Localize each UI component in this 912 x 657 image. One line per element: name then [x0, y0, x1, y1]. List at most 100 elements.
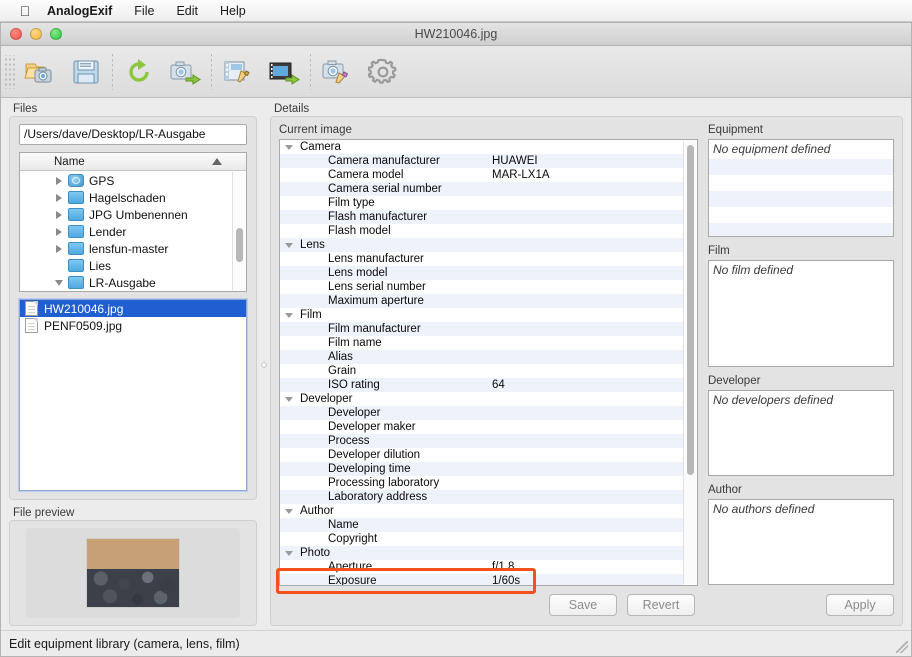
- film-export-icon: [268, 57, 300, 87]
- exif-row[interactable]: Process: [280, 434, 683, 448]
- exif-row[interactable]: Laboratory address: [280, 490, 683, 504]
- path-input[interactable]: /Users/dave/Desktop/LR-Ausgabe: [19, 124, 247, 145]
- file-list[interactable]: HW210046.jpgPENF0509.jpg: [19, 299, 247, 491]
- open-folder-button[interactable]: [17, 50, 63, 94]
- document-icon: [25, 318, 38, 333]
- exif-row[interactable]: Flash manufacturer: [280, 210, 683, 224]
- folder-tree-scroll-thumb[interactable]: [236, 228, 243, 262]
- chevron-right-icon[interactable]: [52, 194, 66, 202]
- exif-row[interactable]: Processing laboratory: [280, 476, 683, 490]
- exif-row[interactable]: Film type: [280, 196, 683, 210]
- folder-tree-header[interactable]: Name: [20, 153, 246, 171]
- exif-row[interactable]: Exposure 1/60s: [280, 574, 683, 585]
- exif-row[interactable]: Developer dilution: [280, 448, 683, 462]
- folder-tree-item[interactable]: Lies: [20, 257, 246, 274]
- exif-row[interactable]: Aperture f/1.8: [280, 560, 683, 574]
- exif-scrollbar[interactable]: [683, 141, 696, 584]
- refresh-button[interactable]: [116, 50, 162, 94]
- preview-firewood-region: [87, 539, 179, 570]
- save-button[interactable]: [63, 50, 109, 94]
- panel-splitter[interactable]: [257, 104, 270, 626]
- exif-row[interactable]: Developer: [280, 406, 683, 420]
- camera-export-icon: [169, 57, 201, 87]
- exif-row[interactable]: Developing time: [280, 462, 683, 476]
- apple-logo-icon[interactable]: : [14, 4, 36, 18]
- apply-film-button[interactable]: [261, 50, 307, 94]
- exif-group-row[interactable]: Camera: [280, 140, 683, 154]
- exif-group-row[interactable]: Film: [280, 308, 683, 322]
- developer-list[interactable]: No developers defined: [708, 390, 894, 476]
- chevron-down-icon[interactable]: [280, 551, 298, 556]
- toolbar-separator: [211, 54, 212, 90]
- exif-group-row[interactable]: Developer: [280, 392, 683, 406]
- copy-exif-button[interactable]: [162, 50, 208, 94]
- apply-library-button[interactable]: Apply: [826, 594, 894, 616]
- folder-tree-item[interactable]: LR-Ausgabe: [20, 274, 246, 291]
- chevron-down-icon[interactable]: [280, 313, 298, 318]
- menu-help[interactable]: Help: [209, 0, 257, 22]
- exif-row[interactable]: Copyright: [280, 532, 683, 546]
- exif-row-name: Aperture: [328, 561, 372, 573]
- chevron-down-icon[interactable]: [280, 145, 298, 150]
- exif-row-value[interactable]: f/1.8: [492, 561, 514, 573]
- exif-group-row[interactable]: Lens: [280, 238, 683, 252]
- menu-edit[interactable]: Edit: [165, 0, 209, 22]
- exif-row[interactable]: Film manufacturer: [280, 322, 683, 336]
- exif-row[interactable]: Film name: [280, 336, 683, 350]
- folder-tree-item[interactable]: Lender: [20, 223, 246, 240]
- chevron-down-icon[interactable]: [52, 280, 66, 286]
- folder-tree-item[interactable]: lensfun-master: [20, 240, 246, 257]
- save-metadata-button[interactable]: Save: [549, 594, 617, 616]
- equipment-list[interactable]: No equipment defined: [708, 139, 894, 237]
- splitter-handle-icon[interactable]: [261, 362, 267, 368]
- resize-grip-icon[interactable]: [896, 641, 908, 653]
- file-list-item[interactable]: HW210046.jpg: [20, 300, 246, 317]
- folder-tree-item[interactable]: Hagelschaden: [20, 189, 246, 206]
- exif-row[interactable]: Camera modelMAR-LX1A: [280, 168, 683, 182]
- menu-app-name[interactable]: AnalogExif: [36, 0, 123, 22]
- exif-row[interactable]: Developer maker: [280, 420, 683, 434]
- menu-file[interactable]: File: [123, 0, 165, 22]
- folder-tree-item[interactable]: JPG Umbenennen: [20, 206, 246, 223]
- folder-tree[interactable]: Name GPSHagelschadenJPG UmbenennenLender…: [19, 152, 247, 292]
- exif-scroll-thumb[interactable]: [687, 145, 694, 475]
- exif-tree[interactable]: CameraCamera manufacturerHUAWEICamera mo…: [279, 139, 698, 586]
- exif-row-value[interactable]: MAR-LX1A: [492, 169, 550, 181]
- folder-tree-item[interactable]: GPS: [20, 172, 246, 189]
- exif-group-row[interactable]: Author: [280, 504, 683, 518]
- exif-row-value[interactable]: HUAWEI: [492, 155, 538, 167]
- chevron-right-icon[interactable]: [52, 177, 66, 185]
- exif-row[interactable]: Camera manufacturerHUAWEI: [280, 154, 683, 168]
- preferences-button[interactable]: [360, 50, 406, 94]
- exif-row-name: Exposure: [328, 575, 377, 585]
- chevron-down-icon[interactable]: [280, 397, 298, 402]
- exif-row[interactable]: Lens model: [280, 266, 683, 280]
- exif-row[interactable]: Lens serial number: [280, 280, 683, 294]
- chevron-right-icon[interactable]: [52, 228, 66, 236]
- exif-group-row[interactable]: Photo: [280, 546, 683, 560]
- chevron-right-icon[interactable]: [52, 211, 66, 219]
- edit-film-button[interactable]: [215, 50, 261, 94]
- exif-row[interactable]: Name: [280, 518, 683, 532]
- exif-row[interactable]: ISO rating64: [280, 378, 683, 392]
- toolbar-grip[interactable]: [5, 55, 15, 89]
- exif-row[interactable]: Maximum aperture: [280, 294, 683, 308]
- chevron-down-icon[interactable]: [280, 509, 298, 514]
- exif-row-value[interactable]: 64: [492, 379, 505, 391]
- author-list[interactable]: No authors defined: [708, 499, 894, 585]
- exif-row[interactable]: Alias: [280, 350, 683, 364]
- revert-metadata-button[interactable]: Revert: [627, 594, 695, 616]
- exif-row-value[interactable]: 1/60s: [492, 575, 520, 585]
- exif-row[interactable]: Lens manufacturer: [280, 252, 683, 266]
- chevron-right-icon[interactable]: [52, 245, 66, 253]
- folder-tree-scrollbar[interactable]: [232, 172, 245, 290]
- exif-row[interactable]: Camera serial number: [280, 182, 683, 196]
- file-preview-image: [86, 538, 180, 608]
- sort-ascending-icon[interactable]: [212, 158, 222, 165]
- chevron-down-icon[interactable]: [280, 243, 298, 248]
- file-list-item[interactable]: PENF0509.jpg: [20, 317, 246, 334]
- edit-equipment-button[interactable]: [314, 50, 360, 94]
- exif-row[interactable]: Grain: [280, 364, 683, 378]
- exif-row[interactable]: Flash model: [280, 224, 683, 238]
- film-list[interactable]: No film defined: [708, 260, 894, 367]
